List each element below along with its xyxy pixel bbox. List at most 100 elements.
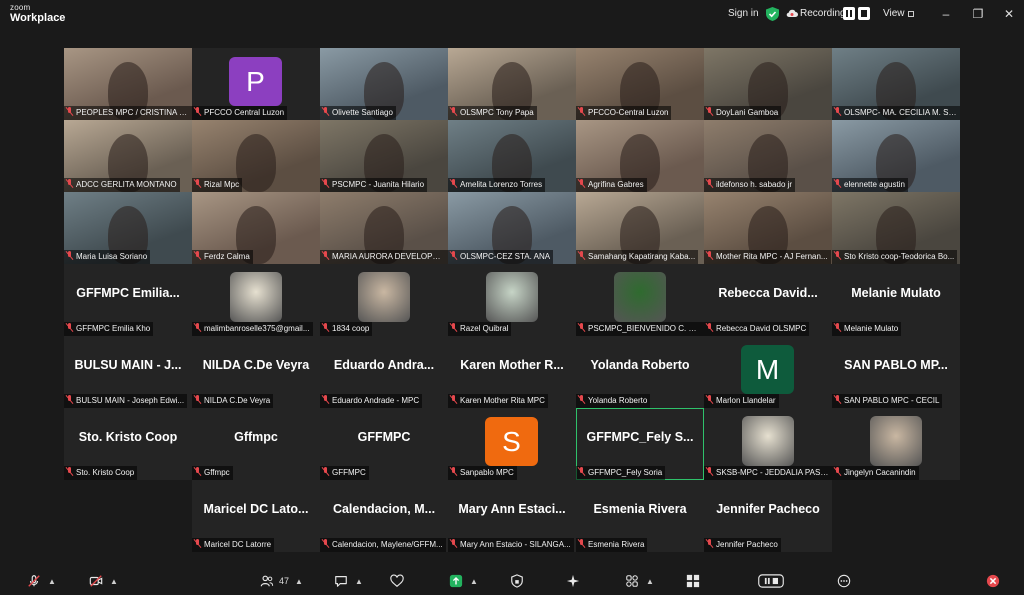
muted-mic-icon xyxy=(450,251,457,260)
muted-mic-icon xyxy=(66,179,73,188)
participant-display-name: GFFMPC_Fely S... xyxy=(586,430,694,444)
mute-audio-button[interactable]: ▲ xyxy=(26,572,56,590)
participant-name-label: SAN PABLO MPC - CECIL xyxy=(832,394,943,408)
participant-tile[interactable]: Maria Luisa Soriano xyxy=(64,192,192,264)
participant-tile[interactable]: Mary Ann Estaci... Mary Ann Estacio - SIL… xyxy=(448,480,576,552)
participant-tile[interactable]: OLSMPC- MA. CECILIA M. ST... xyxy=(832,48,960,120)
participant-display-name: Gffmpc xyxy=(234,430,278,444)
participant-tile[interactable]: Mother Rita MPC - AJ Fernan... xyxy=(704,192,832,264)
participant-tile[interactable]: Samahang Kapatirang Kaba... xyxy=(576,192,704,264)
participants-chevron-icon[interactable]: ▲ xyxy=(295,577,303,586)
participant-tile[interactable]: Olivette Santiago xyxy=(320,48,448,120)
participant-name-label: GFFMPC_Fely Soria xyxy=(576,466,666,480)
participant-tile[interactable]: Eduardo Andra... Eduardo Andrade - MPC xyxy=(320,336,448,408)
audio-options-chevron-icon[interactable]: ▲ xyxy=(48,577,56,586)
participant-name-text: malimbanroselle375@gmail... xyxy=(204,324,310,333)
share-options-chevron-icon[interactable]: ▲ xyxy=(470,577,478,586)
muted-mic-icon xyxy=(66,467,73,476)
participant-name-text: Sto Kristo coop-Teodorica Bo... xyxy=(844,252,955,261)
muted-mic-icon xyxy=(706,107,713,116)
chat-button[interactable]: ▲ xyxy=(333,572,363,590)
apps-button[interactable]: ▲ xyxy=(624,572,654,590)
muted-mic-icon xyxy=(66,107,73,116)
video-options-chevron-icon[interactable]: ▲ xyxy=(110,577,118,586)
participant-tile[interactable]: Esmenia Rivera Esmenia Rivera xyxy=(576,480,704,552)
muted-mic-icon xyxy=(450,179,457,188)
participant-tile[interactable]: BULSU MAIN - J... BULSU MAIN - Joseph Edw… xyxy=(64,336,192,408)
participant-tile[interactable]: Jennifer Pacheco Jennifer Pacheco xyxy=(704,480,832,552)
participant-tile[interactable]: Yolanda Roberto Yolanda Roberto xyxy=(576,336,704,408)
record-button[interactable] xyxy=(756,572,786,590)
participant-name-label: PSCMPC_BIENVENIDO C. CA... xyxy=(576,322,704,336)
gallery-view: PEOPLES MPC / CRISTINA V... P PFCCO Centra… xyxy=(0,0,1024,595)
participant-tile[interactable]: M Marlon Llandelar xyxy=(704,336,832,408)
participant-tile[interactable]: Karen Mother R... Karen Mother Rita MPC xyxy=(448,336,576,408)
muted-mic-icon xyxy=(834,323,841,332)
participant-tile[interactable]: Rizal Mpc xyxy=(192,120,320,192)
more-button[interactable] xyxy=(836,572,852,590)
participant-tile[interactable]: Calendacion, M... Calendacion, Maylene/GF… xyxy=(320,480,448,552)
participant-name-label: Mother Rita MPC - AJ Fernan... xyxy=(704,250,831,264)
participant-tile[interactable]: ildefonso h. sabado jr xyxy=(704,120,832,192)
apps-chevron-icon[interactable]: ▲ xyxy=(646,577,654,586)
react-button[interactable] xyxy=(389,572,405,590)
participant-tile[interactable]: Maricel DC Lato... Maricel DC Latorre xyxy=(192,480,320,552)
participant-tile[interactable]: OLSMPC-CEZ STA. ANA xyxy=(448,192,576,264)
more-apps-button[interactable] xyxy=(685,572,701,590)
participant-tile[interactable]: S Sanpablo MPC xyxy=(448,408,576,480)
participant-name-text: PFCCO Central Luzon xyxy=(204,108,285,117)
participant-tile[interactable]: Razel Quibral xyxy=(448,264,576,336)
muted-mic-icon xyxy=(834,395,841,404)
participant-tile[interactable]: Ferdz Calma xyxy=(192,192,320,264)
participant-tile[interactable]: PFCCO-Central Luzon xyxy=(576,48,704,120)
participant-tile[interactable]: P PFCCO Central Luzon xyxy=(192,48,320,120)
participant-name-label: Maricel DC Latorre xyxy=(192,538,275,552)
chat-chevron-icon[interactable]: ▲ xyxy=(355,577,363,586)
participant-name-label: Mary Ann Estacio - SILANGA... xyxy=(448,538,574,552)
participants-button[interactable]: 47 ▲ xyxy=(259,572,303,590)
participant-tile[interactable]: Agrifina Gabres xyxy=(576,120,704,192)
participant-name-text: DoyLani Gamboa xyxy=(716,108,779,117)
ai-companion-button[interactable] xyxy=(565,572,581,590)
participant-tile[interactable]: DoyLani Gamboa xyxy=(704,48,832,120)
participant-tile[interactable]: GFFMPC Emilia... GFFMPC Emilia Kho xyxy=(64,264,192,336)
participant-tile[interactable]: Jingelyn Cacanindin xyxy=(832,408,960,480)
leave-meeting-button[interactable] xyxy=(985,572,1001,590)
participant-tile[interactable]: OLSMPC Tony Papa xyxy=(448,48,576,120)
participant-tile[interactable]: Melanie Mulato Melanie Mulato xyxy=(832,264,960,336)
participant-tile[interactable]: 1834 coop xyxy=(320,264,448,336)
security-button[interactable] xyxy=(509,572,525,590)
participant-tile[interactable]: GFFMPC GFFMPC xyxy=(320,408,448,480)
participant-tile[interactable]: PEOPLES MPC / CRISTINA V... xyxy=(64,48,192,120)
participant-tile[interactable]: PSCMPC - Juanita Hilario xyxy=(320,120,448,192)
participant-name-text: Maricel DC Latorre xyxy=(204,540,272,549)
avatar-initial: P xyxy=(229,57,282,106)
share-screen-button[interactable]: ▲ xyxy=(448,572,478,590)
muted-mic-icon xyxy=(194,107,201,116)
participant-tile[interactable]: NILDA C.De Veyra NILDA C.De Veyra xyxy=(192,336,320,408)
participant-name-label: PFCCO Central Luzon xyxy=(192,106,288,120)
participant-tile[interactable]: MARIA AURORA DEVELOPMEN... xyxy=(320,192,448,264)
participant-tile[interactable]: ADCC GERLITA MONTANO xyxy=(64,120,192,192)
participant-name-text: GFFMPC Emilia Kho xyxy=(76,324,151,333)
participant-display-name: Yolanda Roberto xyxy=(590,358,690,372)
muted-mic-icon xyxy=(322,179,329,188)
participant-name-label: Yolanda Roberto xyxy=(576,394,651,408)
participant-tile[interactable]: GFFMPC_Fely S... GFFMPC_Fely Soria xyxy=(576,408,704,480)
participant-tile[interactable]: Gffmpc Gffmpc xyxy=(192,408,320,480)
participant-name-label: Karen Mother Rita MPC xyxy=(448,394,548,408)
participant-name-label: elennette agustin xyxy=(832,178,908,192)
participant-tile[interactable]: Rebecca David... Rebecca David OLSMPC xyxy=(704,264,832,336)
participant-tile[interactable]: Sto Kristo coop-Teodorica Bo... xyxy=(832,192,960,264)
start-video-button[interactable]: ▲ xyxy=(88,572,118,590)
participant-tile[interactable]: elennette agustin xyxy=(832,120,960,192)
participant-name-label: GFFMPC Emilia Kho xyxy=(64,322,154,336)
participant-display-name: SAN PABLO MP... xyxy=(844,358,948,372)
participant-tile[interactable]: Sto. Kristo Coop Sto. Kristo Coop xyxy=(64,408,192,480)
participant-tile[interactable]: PSCMPC_BIENVENIDO C. CA... xyxy=(576,264,704,336)
participant-tile[interactable]: Amelita Lorenzo Torres xyxy=(448,120,576,192)
participant-tile[interactable]: SAN PABLO MP... SAN PABLO MPC - CECIL xyxy=(832,336,960,408)
participant-name-text: SAN PABLO MPC - CECIL xyxy=(844,396,940,405)
participant-tile[interactable]: malimbanroselle375@gmail... xyxy=(192,264,320,336)
participant-tile[interactable]: SKSB-MPC - JEDDALIA PAST... xyxy=(704,408,832,480)
